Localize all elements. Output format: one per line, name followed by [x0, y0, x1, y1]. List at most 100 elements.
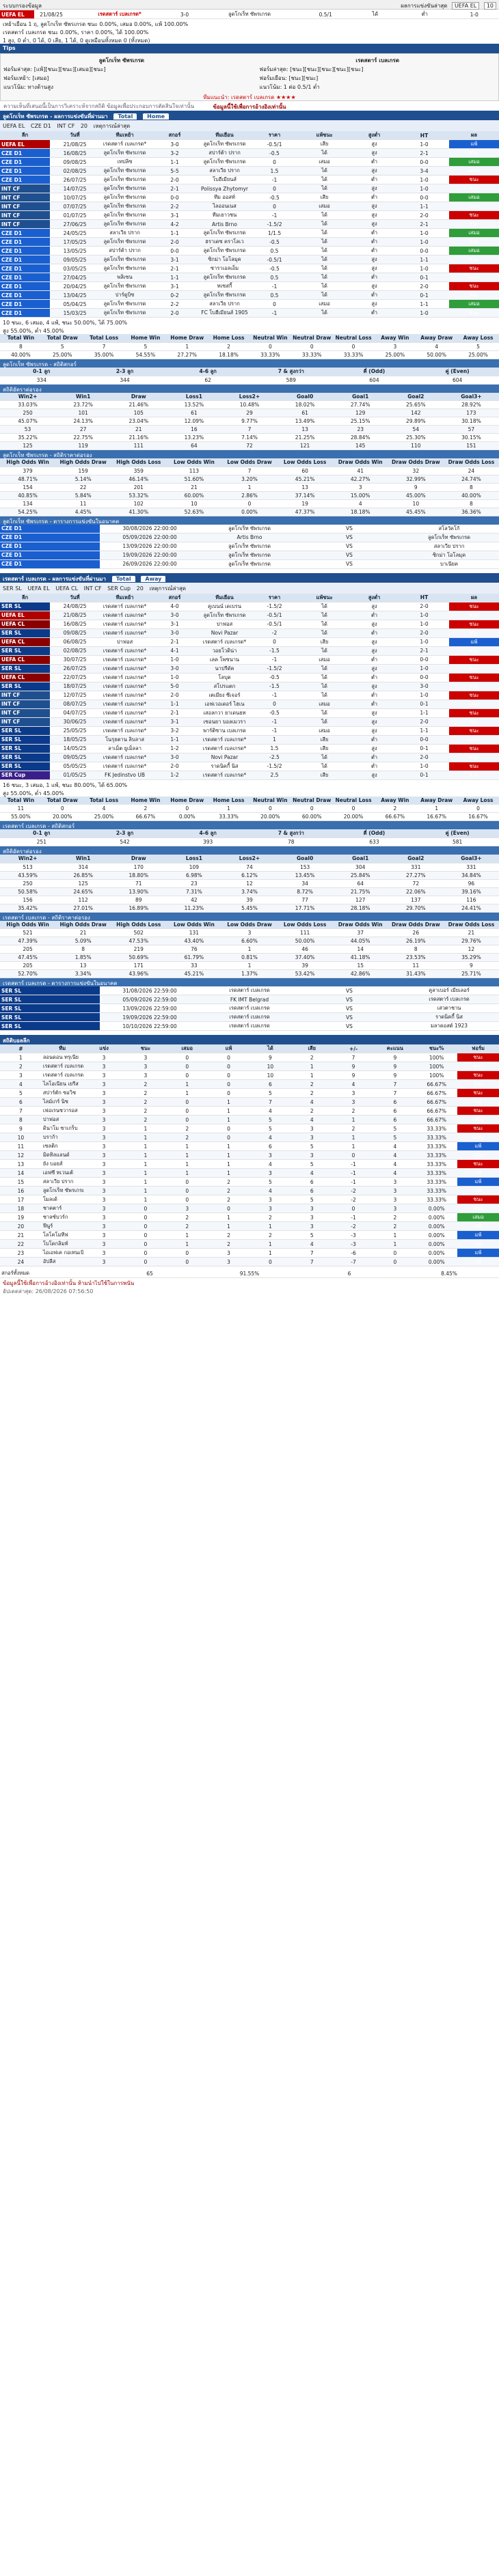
away-team-cell[interactable]: วอยโวดิน่า — [200, 646, 250, 656]
away-team-cell[interactable]: นาปรีดัค — [200, 664, 250, 674]
home-team-cell[interactable]: FK IMT Belgrad — [200, 995, 299, 1004]
home-team-cell[interactable]: ลูดโกเร็ท ซัพรเกรด — [100, 148, 150, 158]
home-team-cell[interactable]: เรดสตาร์ เบลเกรด* — [100, 691, 150, 700]
match-away[interactable]: ลูดโกเร็ท ซัพรเกรด — [198, 10, 301, 19]
league-select[interactable]: UEFA EL — [451, 2, 480, 10]
filter-recent[interactable]: เหตุการณ์ล่าสุด — [149, 585, 186, 592]
away-team-cell[interactable]: ลูดโกเร็ท ซัพรเกรด — [200, 157, 250, 167]
away-team-cell[interactable]: ลูดโกเร็ท ซัพรเกรด — [200, 228, 250, 238]
filter-count-select[interactable]: 20 — [81, 123, 87, 129]
tab-total[interactable]: Total — [113, 113, 137, 120]
home-team-cell[interactable]: เรดสตาร์ เบลเกรด* — [100, 708, 150, 718]
filter-recent[interactable]: เหตุการณ์ล่าสุด — [94, 123, 131, 129]
home-team-cell[interactable]: สปาร์ต้า ปราก — [100, 246, 150, 255]
away-team-cell[interactable]: เรดสตาร์ เบลเกรด* — [200, 735, 250, 745]
away-team-cell[interactable]: ซิกม่า โอโลมุค — [399, 551, 499, 560]
team-cell[interactable]: มิดทิลแลนด์ — [41, 1150, 83, 1160]
team-cell[interactable]: ดินาโม ซาเกร็บ — [41, 1124, 83, 1133]
away-team-cell[interactable]: ทีม ออสท์ — [200, 193, 250, 202]
home-team-cell[interactable]: เทปลิซ — [100, 157, 150, 167]
home-team-cell[interactable]: ลูดโกเร็ท ซัพรเกรด — [100, 175, 150, 184]
away-team-cell[interactable]: สลาเวีย ปราก — [399, 542, 499, 551]
away-team-cell[interactable]: ลูดโกเร็ท ซัพรเกรด — [200, 139, 250, 149]
away-team-cell[interactable]: ราดนิคกี้ นิส — [399, 1012, 499, 1022]
home-team-cell[interactable]: โนรุยตาน ลิบลาส — [100, 735, 150, 745]
tab-home[interactable]: Home — [143, 113, 170, 120]
home-team-cell[interactable]: เรดสตาร์ เบลเกรด* — [100, 664, 150, 674]
team-cell[interactable]: เฟอเรนซวารอส — [41, 1106, 83, 1116]
filter-checkbox[interactable]: UEFA CL — [55, 585, 78, 592]
team-cell[interactable]: สปาร์ตัก ซอวิช — [41, 1088, 83, 1098]
home-team-cell[interactable]: เรดสตาร์ เบลเกรด — [200, 1003, 299, 1013]
home-team-cell[interactable]: เรดสตาร์ เบลเกรด* — [100, 655, 150, 665]
away-team-cell[interactable]: เอฟเวอเดอร์ ไฮเน — [200, 700, 250, 709]
home-team-cell[interactable]: ลูดโกเร็ท ซัพรเกรด — [200, 542, 299, 551]
home-team-cell[interactable]: ลูดโกเร็ท ซัพรเกรด — [100, 202, 150, 211]
home-team-cell[interactable]: ลูดโกเร็ท ซัพรเกรด — [100, 210, 150, 220]
match-home[interactable]: เรดสตาร์ เบลเกรด* — [68, 10, 171, 19]
home-team-cell[interactable]: ปาร์ดูบิซ — [100, 290, 150, 300]
away-team-cell[interactable]: เรดสตาร์ เบลเกรด* — [200, 771, 250, 780]
team-cell[interactable]: ซาลซ์บวร์ก — [41, 1213, 83, 1222]
team-cell[interactable]: ไลม์เกร์ นิซ — [41, 1097, 83, 1107]
home-team-cell[interactable]: เรดสตาร์ เบลเกรด* — [100, 700, 150, 709]
home-team-cell[interactable]: เรดสตาร์ เบลเกรด* — [100, 717, 150, 727]
home-team-cell[interactable]: ลูดโกเร็ท ซัพรเกรด — [100, 299, 150, 309]
home-team-cell[interactable]: เรดสตาร์ เบลเกรด — [200, 1012, 299, 1022]
home-team-cell[interactable]: FK Jedinstvo UB — [100, 771, 150, 780]
team-cell[interactable]: ฟีนูร์ — [41, 1221, 83, 1231]
home-team-cell[interactable]: ลูดโกเร็ท ซัพรเกรด — [100, 308, 150, 318]
away-team-cell[interactable]: Novi Pazar — [200, 628, 250, 638]
filter-checkbox[interactable]: UEFA EL — [27, 585, 49, 592]
away-team-cell[interactable]: ซิกม่า โอโลมุค — [200, 255, 250, 264]
team-cell[interactable]: สลาเวีย ปราก — [41, 1177, 83, 1187]
away-team-cell[interactable]: เซอนยา บอลเมวรา — [200, 717, 250, 727]
away-team-cell[interactable]: ไลออนเนส — [200, 202, 250, 211]
tab-total[interactable]: Total — [111, 575, 135, 582]
filter-checkbox[interactable]: INT CF — [84, 585, 102, 592]
filter-checkbox[interactable]: SER SL — [3, 585, 22, 592]
home-team-cell[interactable]: เรดสตาร์ เบลเกรด* — [100, 762, 150, 771]
team-cell[interactable]: โบโดกลิมท์ — [41, 1239, 83, 1249]
filter-checkbox[interactable]: INT CF — [57, 123, 75, 129]
away-team-cell[interactable]: ฮราเดซ คราโลเว — [200, 237, 250, 247]
home-team-cell[interactable]: เรดสตาร์ เบลเกรด* — [100, 611, 150, 620]
away-team-cell[interactable]: เรดสตาร์ เบลเกรด* — [200, 744, 250, 753]
away-team-cell[interactable]: เตเมียง ซีเจอร์ — [200, 691, 250, 700]
team-cell[interactable]: ลอนดอน ทรุเนีย — [41, 1053, 83, 1062]
filter-count-select[interactable]: 20 — [137, 585, 144, 592]
away-team-cell[interactable]: ทเซสกี้ — [200, 281, 250, 291]
home-team-cell[interactable]: ลูดโกเร็ท ซัพรเกรด — [200, 524, 299, 534]
home-team-cell[interactable]: เรดสตาร์ เบลเกรด* — [100, 628, 150, 638]
away-team-cell[interactable]: ปาฟอส — [200, 620, 250, 629]
home-team-cell[interactable]: เรดสตาร์ เบลเกรด* — [100, 602, 150, 611]
team-cell[interactable]: บราก้า — [41, 1133, 83, 1142]
home-team-cell[interactable]: พลิเซน — [100, 273, 150, 282]
home-team-cell[interactable]: ลูดโกเร็ท ซัพรเกรด — [100, 184, 150, 193]
home-team-cell[interactable]: ลูดโกเร็ท ซัพรเกรด — [100, 281, 150, 291]
team-cell[interactable]: ปาฟอส — [41, 1115, 83, 1124]
team-cell[interactable]: ยัง บอยส์ — [41, 1159, 83, 1169]
away-team-cell[interactable]: Novi Pazar — [200, 753, 250, 762]
home-team-cell[interactable]: เรดสตาร์ เบลเกรด — [200, 986, 299, 995]
away-team-cell[interactable]: โลบุต — [200, 673, 250, 682]
home-team-cell[interactable]: ลูดโกเร็ท ซัพรเกรด — [100, 219, 150, 229]
home-team-cell[interactable]: ลูดโกเร็ท ซัพรเกรด — [100, 237, 150, 247]
away-team-cell[interactable]: ลูดโกเร็ท ซัพรเกรด — [200, 246, 250, 255]
team-cell[interactable]: เรดสตาร์ เบลเกรด — [41, 1062, 83, 1071]
away-team-cell[interactable]: ซาราเอลเอ็ม — [200, 264, 250, 273]
away-team-cell[interactable]: เลค โพซนาน — [200, 655, 250, 665]
home-team-cell[interactable]: ลูดโกเร็ท ซัพรเกรด — [200, 559, 299, 569]
away-team-cell[interactable]: Artis Brno — [200, 219, 250, 229]
away-team-cell[interactable]: ลูดโกเร็ท ซัพรเกรด — [200, 273, 250, 282]
team-cell[interactable]: โมลเด้ — [41, 1195, 83, 1204]
away-team-cell[interactable]: สโปรแตก — [200, 682, 250, 691]
away-team-cell[interactable]: ทีมเยาวชน — [200, 210, 250, 220]
team-cell[interactable]: ชาคตาร์ — [41, 1204, 83, 1213]
team-cell[interactable]: เรดสตาร์ เบลเกรด* — [41, 1070, 83, 1080]
team-cell[interactable]: ไลโอเนียน เยรีส — [41, 1079, 83, 1089]
home-team-cell[interactable]: ลูดโกเร็ท ซัพรเกรด — [100, 255, 150, 264]
home-team-cell[interactable]: เรดสตาร์ เบลเกรด* — [100, 139, 150, 149]
away-team-cell[interactable]: ลูดโกเร็ท ซัพรเกรด — [399, 533, 499, 542]
away-team-cell[interactable]: เรดสตาร์ เบลเกรด* — [200, 637, 250, 647]
